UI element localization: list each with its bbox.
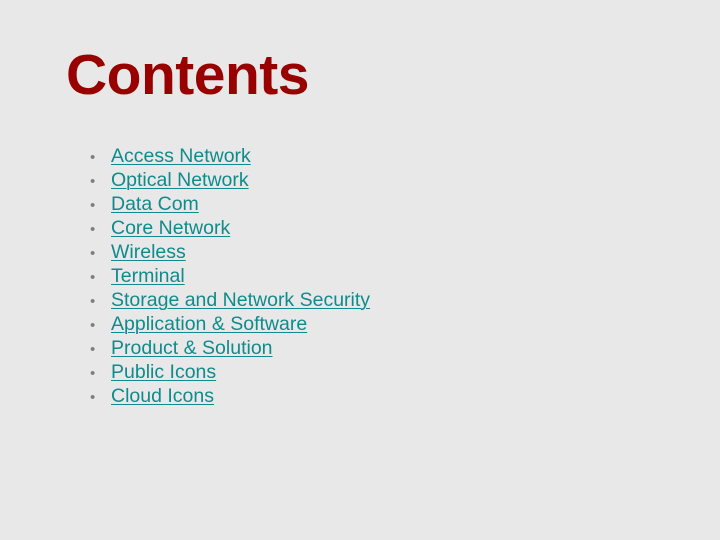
bullet-icon: •	[90, 269, 96, 286]
list-item[interactable]: • Optical Network	[86, 168, 506, 192]
toc-link-application-and-software[interactable]: Application & Software	[111, 312, 307, 336]
list-item[interactable]: • Terminal	[86, 264, 506, 288]
list-item[interactable]: • Cloud Icons	[86, 384, 506, 408]
bullet-icon: •	[90, 365, 96, 382]
toc-link-public-icons[interactable]: Public Icons	[111, 360, 216, 384]
bullet-icon: •	[90, 389, 96, 406]
list-item[interactable]: • Public Icons	[86, 360, 506, 384]
list-item[interactable]: • Application & Software	[86, 312, 506, 336]
table-of-contents-list: • Access Network • Optical Network • Dat…	[86, 144, 506, 408]
bullet-icon: •	[90, 245, 96, 262]
bullet-icon: •	[90, 149, 96, 166]
toc-link-storage-and-network-security[interactable]: Storage and Network Security	[111, 288, 370, 312]
list-item[interactable]: • Core Network	[86, 216, 506, 240]
bullet-icon: •	[90, 317, 96, 334]
bullet-icon: •	[90, 221, 96, 238]
list-item[interactable]: • Wireless	[86, 240, 506, 264]
bullet-icon: •	[90, 173, 96, 190]
toc-link-terminal[interactable]: Terminal	[111, 264, 185, 288]
toc-link-core-network[interactable]: Core Network	[111, 216, 230, 240]
list-item[interactable]: • Storage and Network Security	[86, 288, 506, 312]
list-item[interactable]: • Data Com	[86, 192, 506, 216]
toc-link-access-network[interactable]: Access Network	[111, 144, 251, 168]
page-title: Contents	[66, 43, 309, 107]
bullet-icon: •	[90, 197, 96, 214]
list-item[interactable]: • Product & Solution	[86, 336, 506, 360]
bullet-icon: •	[90, 293, 96, 310]
presentation-slide: Contents • Access Network • Optical Netw…	[0, 0, 720, 540]
toc-link-wireless[interactable]: Wireless	[111, 240, 186, 264]
toc-link-product-and-solution[interactable]: Product & Solution	[111, 336, 273, 360]
toc-link-data-com[interactable]: Data Com	[111, 192, 199, 216]
bullet-icon: •	[90, 341, 96, 358]
list-item[interactable]: • Access Network	[86, 144, 506, 168]
toc-link-optical-network[interactable]: Optical Network	[111, 168, 249, 192]
toc-link-cloud-icons[interactable]: Cloud Icons	[111, 384, 214, 408]
